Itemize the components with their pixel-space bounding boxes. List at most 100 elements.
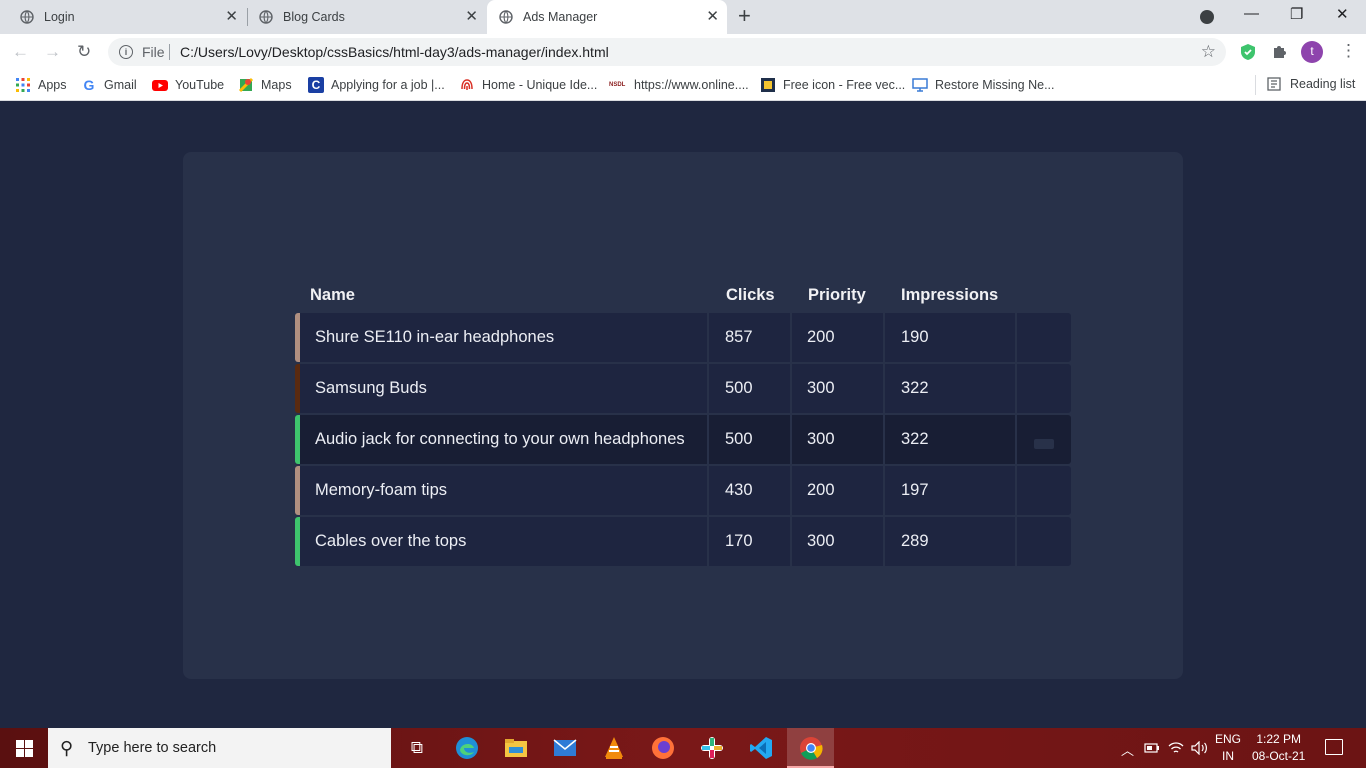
tab-search-icon[interactable]	[1200, 10, 1214, 24]
close-tab-icon[interactable]: ✕	[465, 9, 478, 25]
cell-priority: 300	[792, 364, 883, 413]
notification-center-icon[interactable]	[1325, 739, 1343, 755]
minimize-button[interactable]: —	[1244, 5, 1259, 22]
reading-list-icon	[1267, 77, 1281, 91]
bookmark-star-icon[interactable]: ☆	[1201, 42, 1216, 62]
tab-strip: Login ✕ Blog Cards ✕ Ads Manager ✕ + — ❐…	[0, 0, 1366, 34]
cell-action	[1017, 364, 1071, 413]
browser-toolbar: ← → ↻ i File C:/Users/Lovy/Desktop/cssBa…	[0, 34, 1366, 70]
monitor-icon	[912, 78, 928, 92]
shield-extension-icon[interactable]	[1240, 43, 1256, 61]
bookmark-online[interactable]: NSDL https://www.online....	[609, 77, 749, 93]
globe-icon	[259, 10, 273, 24]
bookmark-free-icon[interactable]: Free icon - Free vec...	[760, 77, 905, 93]
bookmark-apps[interactable]: Apps	[15, 77, 67, 93]
bookmark-gmail[interactable]: G Gmail	[81, 77, 137, 93]
cell-action	[1017, 415, 1071, 464]
wifi-icon[interactable]	[1168, 741, 1184, 755]
divider	[169, 44, 170, 60]
cell-action	[1017, 517, 1071, 566]
forward-arrow-icon[interactable]: →	[44, 42, 61, 62]
puzzle-extensions-icon[interactable]	[1272, 43, 1288, 59]
table-row[interactable]: Cables over the tops 170 300 289	[295, 517, 1071, 566]
cell-clicks: 430	[709, 466, 790, 515]
table-row[interactable]: Shure SE110 in-ear headphones 857 200 19…	[295, 313, 1071, 362]
task-view-icon[interactable]: ⧉	[403, 734, 431, 762]
slack-icon[interactable]	[698, 734, 726, 762]
windows-taskbar: ⚲ Type here to search ⧉ ︿ ENG IN 1:22 PM…	[0, 728, 1366, 768]
vscode-icon[interactable]	[747, 734, 775, 762]
c-logo-icon: C	[308, 77, 324, 93]
edge-icon[interactable]	[453, 734, 481, 762]
maps-icon	[238, 77, 254, 93]
bookmark-label: Home - Unique Ide...	[482, 78, 598, 92]
row-action-button[interactable]	[1034, 439, 1054, 449]
ads-manager-card: Name Clicks Priority Impressions Shure S…	[183, 152, 1183, 679]
firefox-icon[interactable]	[649, 734, 677, 762]
tab-title: Blog Cards	[283, 10, 345, 24]
globe-icon	[499, 10, 513, 24]
bookmark-unique-ideas[interactable]: Home - Unique Ide...	[459, 77, 597, 93]
bookmark-applying-for-job[interactable]: C Applying for a job |...	[308, 77, 445, 93]
back-arrow-icon[interactable]: ←	[12, 42, 29, 62]
page-viewport: Name Clicks Priority Impressions Shure S…	[0, 101, 1366, 727]
tab-login[interactable]: Login ✕	[0, 0, 246, 34]
cell-clicks: 170	[709, 517, 790, 566]
tab-blog-cards[interactable]: Blog Cards ✕	[239, 0, 486, 34]
close-window-button[interactable]: ✕	[1336, 5, 1349, 23]
table-row[interactable]: Memory-foam tips 430 200 197	[295, 466, 1071, 515]
cell-impressions: 322	[885, 415, 1015, 464]
bookmark-youtube[interactable]: YouTube	[152, 77, 224, 93]
show-hidden-icons-chevron[interactable]: ︿	[1121, 740, 1134, 759]
system-clock[interactable]: 1:22 PM 08-Oct-21	[1252, 731, 1305, 765]
address-bar[interactable]: i File C:/Users/Lovy/Desktop/cssBasics/h…	[108, 38, 1226, 66]
reading-list-button[interactable]: Reading list	[1255, 75, 1356, 95]
bookmark-label: YouTube	[175, 78, 225, 92]
chrome-icon[interactable]	[797, 734, 825, 762]
close-tab-icon[interactable]: ✕	[225, 9, 238, 25]
bookmarks-bar: Apps G Gmail YouTube Maps C Applying for…	[0, 70, 1366, 101]
language-indicator[interactable]: ENG IN	[1215, 731, 1241, 765]
profile-avatar[interactable]: t	[1301, 41, 1323, 63]
bookmark-label: Apps	[38, 78, 67, 92]
file-explorer-icon[interactable]	[502, 734, 530, 762]
cell-name: Samsung Buds	[300, 364, 707, 413]
cell-action	[1017, 466, 1071, 515]
table-row[interactable]: Samsung Buds 500 300 322	[295, 364, 1071, 413]
restore-button[interactable]: ❐	[1290, 5, 1303, 23]
battery-icon[interactable]	[1144, 742, 1160, 754]
tab-ads-manager[interactable]: Ads Manager ✕	[487, 0, 727, 34]
divider	[1255, 75, 1256, 95]
reading-list-label: Reading list	[1290, 77, 1356, 91]
info-icon[interactable]: i	[119, 45, 133, 59]
bookmark-maps[interactable]: Maps	[238, 77, 292, 93]
bookmark-label: Gmail	[104, 78, 137, 92]
new-tab-button[interactable]: +	[738, 5, 751, 27]
cell-impressions: 190	[885, 313, 1015, 362]
windows-start-icon[interactable]	[16, 740, 33, 757]
reload-icon[interactable]: ↻	[77, 42, 91, 62]
vlc-icon[interactable]	[600, 734, 628, 762]
google-icon: G	[83, 77, 95, 93]
table-row[interactable]: Audio jack for connecting to your own he…	[295, 415, 1071, 464]
bookmark-label: https://www.online....	[634, 78, 749, 92]
tab-title: Login	[44, 10, 75, 24]
header-impressions: Impressions	[901, 286, 999, 304]
menu-kebab-icon[interactable]: ⋮	[1340, 41, 1357, 61]
cell-priority: 300	[792, 415, 883, 464]
cell-name: Memory-foam tips	[300, 466, 707, 515]
header-name: Name	[310, 286, 355, 304]
url-text[interactable]: C:/Users/Lovy/Desktop/cssBasics/html-day…	[180, 44, 609, 60]
header-clicks: Clicks	[726, 286, 775, 304]
cell-action	[1017, 313, 1071, 362]
volume-icon[interactable]	[1191, 741, 1209, 755]
close-tab-icon[interactable]: ✕	[706, 9, 719, 25]
apps-grid-icon	[16, 78, 30, 92]
cell-impressions: 289	[885, 517, 1015, 566]
cell-priority: 300	[792, 517, 883, 566]
bookmark-restore-missing[interactable]: Restore Missing Ne...	[912, 77, 1054, 93]
tab-title: Ads Manager	[523, 10, 598, 24]
taskbar-search-box[interactable]: ⚲ Type here to search	[48, 728, 391, 768]
mail-icon[interactable]	[551, 734, 579, 762]
cell-priority: 200	[792, 313, 883, 362]
